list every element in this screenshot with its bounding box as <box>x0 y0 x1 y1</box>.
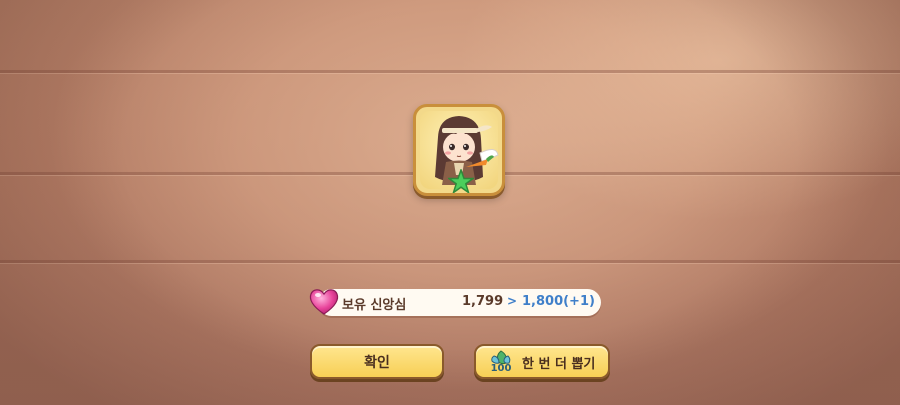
confirm-button[interactable]: 확인 <box>310 344 444 379</box>
heart-icon <box>309 289 339 315</box>
wood-plank-divider <box>0 70 900 73</box>
star-icon <box>448 169 474 193</box>
faith-current-value: 1,799 <box>462 294 504 309</box>
wood-plank-divider <box>0 260 900 263</box>
draw-again-label: 한 번 더 뽑기 <box>522 357 596 372</box>
wooden-stage-background <box>0 0 900 405</box>
faith-arrow: > <box>507 294 518 308</box>
faith-label: 보유 신앙심 <box>342 298 407 313</box>
faith-next-value: 1,800(+1) <box>522 294 595 309</box>
draw-cost-value: 100 <box>490 363 512 374</box>
character-card[interactable] <box>413 104 505 196</box>
confirm-button-label: 확인 <box>364 354 390 371</box>
